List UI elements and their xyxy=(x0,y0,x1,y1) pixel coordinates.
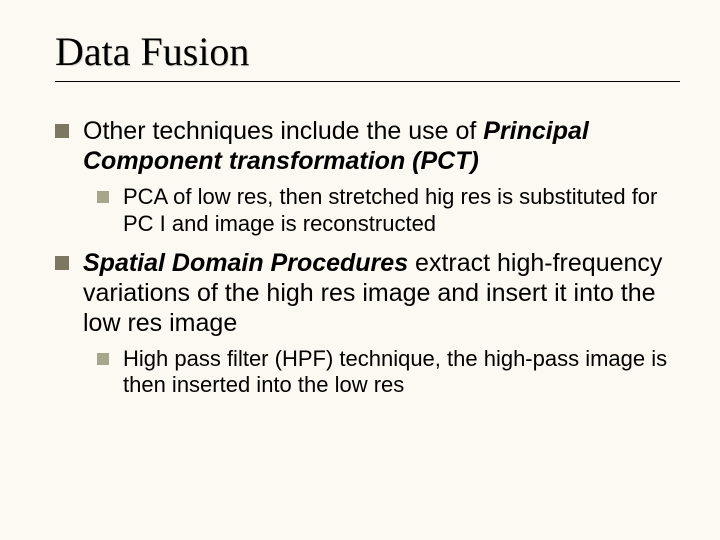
list-item: PCA of low res, then stretched hig res i… xyxy=(97,184,680,238)
bullet-list-level1: Other techniques include the use of Prin… xyxy=(55,116,680,399)
bullet-list-level2: PCA of low res, then stretched hig res i… xyxy=(83,184,680,238)
bullet-bold: Spatial Domain Procedures xyxy=(83,249,408,277)
slide-title: Data Fusion xyxy=(55,28,680,75)
list-item: Spatial Domain Procedures extract high-f… xyxy=(55,248,680,400)
list-item: Other techniques include the use of Prin… xyxy=(55,116,680,238)
sub-bullet-text: High pass filter (HPF) technique, the hi… xyxy=(123,346,667,398)
list-item: High pass filter (HPF) technique, the hi… xyxy=(97,346,680,400)
bullet-list-level2: High pass filter (HPF) technique, the hi… xyxy=(83,346,680,400)
sub-bullet-text: PCA of low res, then stretched hig res i… xyxy=(123,184,657,236)
title-underline xyxy=(55,81,680,82)
bullet-prefix: Other techniques include the use of xyxy=(83,117,483,145)
